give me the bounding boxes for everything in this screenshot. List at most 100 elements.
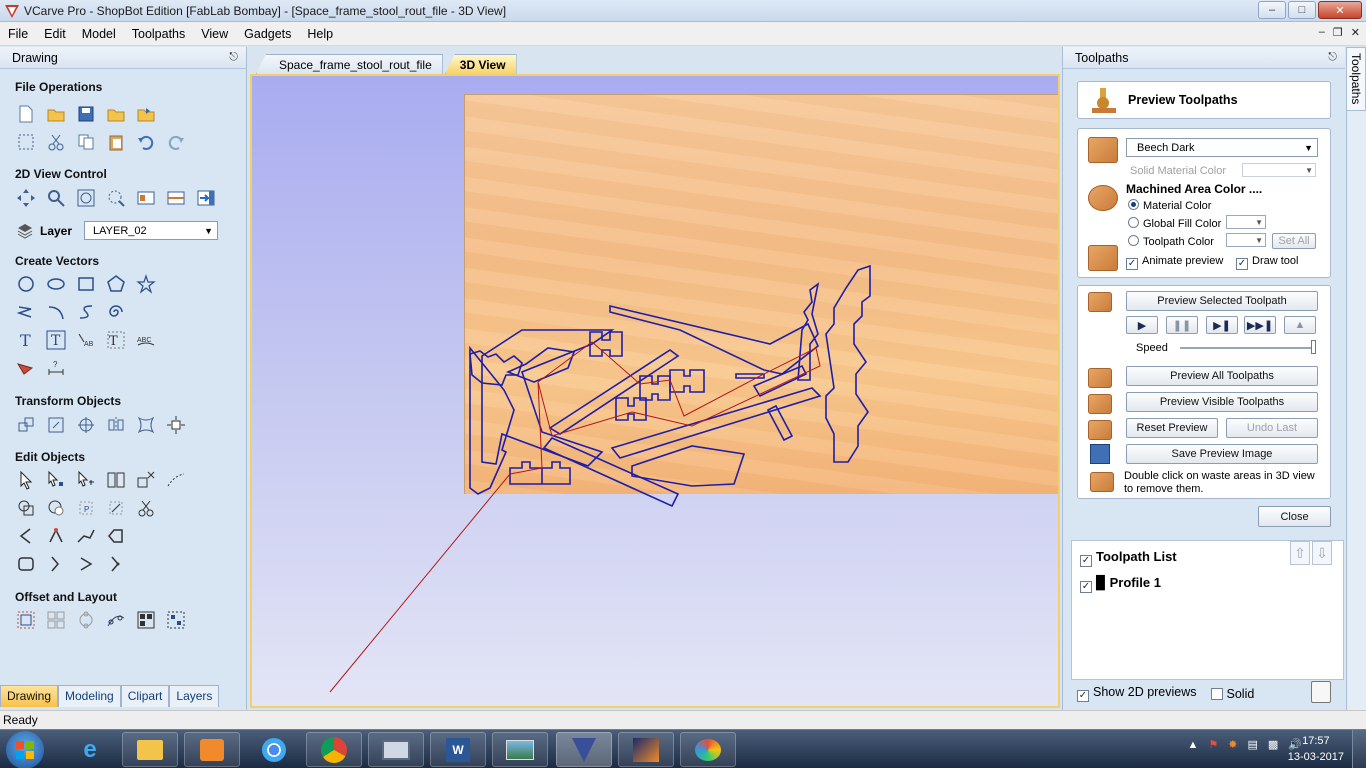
circle-icon[interactable] xyxy=(15,273,37,295)
paste-icon[interactable] xyxy=(105,131,127,153)
fillet-icon[interactable] xyxy=(105,497,127,519)
chrome-window-taskbar-button[interactable] xyxy=(306,732,362,767)
text-on-curve-icon[interactable]: T xyxy=(105,329,127,351)
new-file-icon[interactable] xyxy=(15,103,37,125)
toolpath-color-swatch[interactable]: ▼ xyxy=(1226,233,1266,247)
arc-text-icon[interactable]: ABC xyxy=(135,329,157,351)
close-window-button[interactable]: ✕ xyxy=(1318,1,1362,19)
group-icon[interactable] xyxy=(105,469,127,491)
show-2d-previews-checkbox[interactable]: ✓ Show 2D previews xyxy=(1077,685,1197,702)
step-button[interactable]: ▶❚ xyxy=(1206,316,1238,334)
play-button[interactable]: ▶ xyxy=(1126,316,1158,334)
move-up-button[interactable]: ⇧ xyxy=(1290,541,1310,565)
star-icon[interactable] xyxy=(135,273,157,295)
tray-app-icon[interactable]: ✸ xyxy=(1228,738,1237,751)
node-smooth-icon[interactable] xyxy=(45,525,67,547)
tray-device-icon[interactable]: ▤ xyxy=(1247,738,1257,751)
remote-desktop-taskbar-button[interactable] xyxy=(368,732,424,767)
zoom-extents-icon[interactable] xyxy=(75,187,97,209)
speed-slider-thumb[interactable] xyxy=(1311,340,1316,354)
text-box-icon[interactable]: T xyxy=(45,329,67,351)
arc-icon[interactable] xyxy=(45,301,67,323)
side-tab-toolpaths[interactable]: Toolpaths xyxy=(1346,47,1366,111)
join-vectors-icon[interactable] xyxy=(165,469,187,491)
scale-icon[interactable] xyxy=(45,414,67,436)
dogbone-icon[interactable] xyxy=(105,553,127,575)
subtract-icon[interactable] xyxy=(45,497,67,519)
global-fill-color-radio[interactable]: Global Fill Color xyxy=(1128,217,1221,230)
circular-array-icon[interactable] xyxy=(75,609,97,631)
media-player-taskbar-button[interactable] xyxy=(184,732,240,767)
menu-model[interactable]: Model xyxy=(74,27,124,41)
app-taskbar-button[interactable] xyxy=(618,732,674,767)
stop-button[interactable]: ▲ xyxy=(1284,316,1316,334)
auto-nest-icon[interactable] xyxy=(165,609,187,631)
open-file-icon[interactable] xyxy=(45,103,67,125)
explorer-taskbar-button[interactable] xyxy=(122,732,178,767)
paint-taskbar-button[interactable] xyxy=(680,732,736,767)
pan-icon[interactable] xyxy=(15,187,37,209)
rectangle-icon[interactable] xyxy=(75,273,97,295)
tab-3d-view[interactable]: 3D View xyxy=(444,54,517,74)
tray-flag-icon[interactable]: ⚑ xyxy=(1208,738,1218,751)
select-pointer-icon[interactable] xyxy=(15,469,37,491)
set-all-button[interactable]: Set All xyxy=(1272,233,1316,249)
copy-along-vector-icon[interactable] xyxy=(105,609,127,631)
save-preview-image-button[interactable]: Save Preview Image xyxy=(1126,444,1318,464)
tab-clipart[interactable]: Clipart xyxy=(120,685,170,707)
trim-icon[interactable] xyxy=(135,497,157,519)
open-vector-icon[interactable] xyxy=(45,553,67,575)
global-fill-swatch[interactable]: ▼ xyxy=(1226,215,1266,229)
auto-layout-text-icon[interactable]: AB xyxy=(75,329,97,351)
material-color-radio[interactable]: Material Color xyxy=(1128,199,1211,212)
toolpath-color-radio[interactable]: Toolpath Color xyxy=(1128,235,1214,248)
nesting-icon[interactable] xyxy=(135,609,157,631)
taskbar-clock[interactable]: 17:57 13-03-2017 xyxy=(1288,733,1344,765)
chrome-taskbar-button[interactable] xyxy=(246,732,302,767)
weld-icon[interactable] xyxy=(15,497,37,519)
open-folder-icon[interactable] xyxy=(105,103,127,125)
zoom-icon[interactable] xyxy=(45,187,67,209)
speed-slider-track[interactable] xyxy=(1180,347,1316,349)
undo-last-button[interactable]: Undo Last xyxy=(1226,418,1318,438)
start-button[interactable] xyxy=(6,731,44,768)
tab-icon[interactable] xyxy=(105,525,127,547)
extend-icon[interactable] xyxy=(15,525,37,547)
menu-edit[interactable]: Edit xyxy=(36,27,74,41)
solid-checkbox[interactable]: Solid xyxy=(1210,687,1254,701)
preview-all-toolpaths-button[interactable]: Preview All Toolpaths xyxy=(1126,366,1318,386)
show-desktop-button[interactable] xyxy=(1352,730,1366,768)
zoom-selection-icon[interactable] xyxy=(105,187,127,209)
fast-forward-button[interactable]: ▶▶❚ xyxy=(1244,316,1276,334)
ie-taskbar-button[interactable]: e xyxy=(62,732,118,767)
tab-layers[interactable]: Layers xyxy=(169,685,220,707)
spiral-icon[interactable] xyxy=(105,301,127,323)
toolpath-list-header[interactable]: ✓ Toolpath List xyxy=(1080,549,1177,567)
tray-network-icon[interactable]: ▩ xyxy=(1268,738,1278,751)
tab-modeling[interactable]: Modeling xyxy=(58,685,121,707)
distort-icon[interactable] xyxy=(135,414,157,436)
vcarve-taskbar-button[interactable] xyxy=(556,732,612,767)
import-folder-icon[interactable] xyxy=(135,103,157,125)
text-icon[interactable]: T xyxy=(15,329,37,351)
curve-fit-icon[interactable] xyxy=(75,525,97,547)
close-preview-button[interactable]: Close xyxy=(1258,506,1331,527)
corner-icon[interactable] xyxy=(75,553,97,575)
layer-dropdown[interactable]: LAYER_02 ▼ xyxy=(84,221,219,240)
offset-icon[interactable] xyxy=(15,609,37,631)
curve-icon[interactable] xyxy=(75,301,97,323)
node-edit-icon[interactable] xyxy=(45,469,67,491)
menu-file[interactable]: File xyxy=(0,27,36,41)
mdi-restore-icon[interactable]: ❐ xyxy=(1333,26,1343,39)
material-dropdown[interactable]: Beech Dark ▼ xyxy=(1126,138,1318,157)
ellipse-icon[interactable] xyxy=(45,273,67,295)
mdi-minimize-icon[interactable]: – xyxy=(1319,26,1325,39)
mdi-close-icon[interactable]: ✕ xyxy=(1351,26,1360,39)
menu-help[interactable]: Help xyxy=(299,27,341,41)
preview-visible-toolpaths-button[interactable]: Preview Visible Toolpaths xyxy=(1126,392,1318,412)
animate-preview-checkbox[interactable]: ✓ Animate preview xyxy=(1126,255,1223,270)
undo-icon[interactable] xyxy=(135,131,157,153)
word-taskbar-button[interactable]: W xyxy=(430,732,486,767)
intersect-icon[interactable]: P xyxy=(75,497,97,519)
photo-viewer-taskbar-button[interactable] xyxy=(492,732,548,767)
